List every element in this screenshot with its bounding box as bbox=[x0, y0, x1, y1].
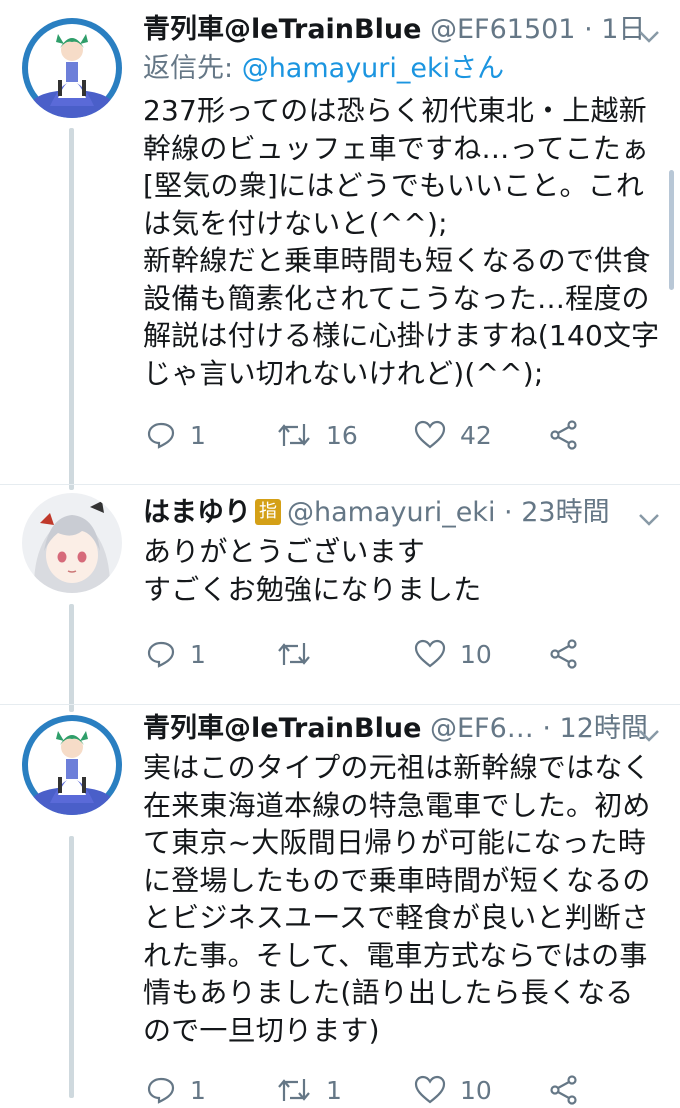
tweet-text: ありがとうございます すごくお勉強になりました bbox=[143, 535, 482, 606]
retweet-icon bbox=[278, 424, 310, 446]
retweet-button[interactable] bbox=[276, 636, 326, 672]
user-handle[interactable]: @hamayuri_eki bbox=[287, 497, 495, 528]
tweet[interactable]: 青列車@leTrainBlue @EF6… · 12時間 実はこのタイプの元祖は… bbox=[0, 705, 680, 1105]
replying-to: 返信先: @hamayuri_ekiさん bbox=[143, 50, 680, 88]
share-button[interactable] bbox=[548, 1072, 580, 1108]
chevron-down-icon[interactable] bbox=[638, 16, 660, 56]
share-icon bbox=[550, 420, 577, 450]
like-count: 10 bbox=[460, 1075, 492, 1105]
reply-button[interactable]: 1 bbox=[146, 417, 206, 453]
maid-character-avatar-icon bbox=[22, 18, 122, 118]
reply-count: 1 bbox=[190, 639, 206, 669]
tweet[interactable]: 青列車@leTrainBlue @EF61501 · 1日 返信先: @hama… bbox=[0, 0, 680, 485]
maid-character-avatar-icon bbox=[22, 715, 122, 815]
tweet-text: 237形ってのは恐らく初代東北・上越新 幹線のビュッフェ車ですね…ってこたぁ [… bbox=[143, 94, 660, 390]
user-handle[interactable]: @EF61501 bbox=[430, 14, 575, 45]
tweet-actions: 1 10 bbox=[146, 636, 626, 672]
reply-count: 1 bbox=[190, 1075, 206, 1105]
share-button[interactable] bbox=[548, 417, 580, 453]
replying-to-link[interactable]: @hamayuri_ekiさん bbox=[242, 53, 504, 84]
share-icon bbox=[550, 639, 577, 669]
scrollbar[interactable] bbox=[669, 170, 674, 290]
reply-icon bbox=[147, 1077, 175, 1104]
like-button[interactable]: 10 bbox=[414, 636, 492, 672]
share-button[interactable] bbox=[548, 636, 580, 672]
chevron-down-icon[interactable] bbox=[638, 715, 660, 755]
reply-button[interactable]: 1 bbox=[146, 636, 206, 672]
badge-icon: 指 bbox=[255, 498, 281, 525]
like-button[interactable]: 42 bbox=[414, 417, 492, 453]
timestamp[interactable]: · 12時間 bbox=[542, 713, 648, 744]
reply-icon bbox=[147, 641, 175, 668]
share-icon bbox=[550, 1075, 577, 1105]
tweet-header: 青列車@leTrainBlue @EF6… · 12時間 bbox=[143, 709, 680, 749]
avatar[interactable] bbox=[22, 715, 122, 815]
retweet-count: 16 bbox=[326, 420, 358, 450]
user-handle[interactable]: @EF6… bbox=[430, 713, 534, 744]
tweet-header: 青列車@leTrainBlue @EF61501 · 1日 bbox=[143, 10, 680, 50]
avatar[interactable] bbox=[22, 18, 122, 118]
retweet-icon bbox=[278, 1079, 310, 1101]
tweet-text: 実はこのタイプの元祖は新幹線ではなく 在来東海道本線の特急電車でした。初め て東… bbox=[143, 751, 651, 1047]
tweet-actions: 1 16 42 bbox=[146, 417, 626, 453]
heart-icon bbox=[414, 639, 446, 668]
silver-hair-girl-avatar-icon bbox=[22, 493, 122, 593]
reply-icon bbox=[147, 422, 175, 449]
display-name[interactable]: 青列車@leTrainBlue bbox=[143, 14, 421, 45]
like-count: 10 bbox=[460, 639, 492, 669]
reply-count: 1 bbox=[190, 420, 206, 450]
chevron-down-icon[interactable] bbox=[638, 499, 660, 539]
timestamp[interactable]: · 1日 bbox=[584, 14, 645, 45]
replying-to-label: 返信先: bbox=[143, 53, 242, 84]
timestamp[interactable]: · 23時間 bbox=[504, 497, 610, 528]
retweet-icon bbox=[278, 643, 310, 665]
heart-icon bbox=[414, 420, 446, 449]
retweet-button[interactable]: 1 bbox=[276, 1072, 342, 1108]
retweet-button[interactable]: 16 bbox=[276, 417, 358, 453]
like-count: 42 bbox=[460, 420, 492, 450]
retweet-count: 1 bbox=[326, 1075, 342, 1105]
reply-button[interactable]: 1 bbox=[146, 1072, 206, 1108]
avatar[interactable] bbox=[22, 493, 122, 593]
tweet-actions: 1 1 10 bbox=[146, 1072, 626, 1108]
like-button[interactable]: 10 bbox=[414, 1072, 492, 1108]
heart-icon bbox=[414, 1075, 446, 1104]
display-name[interactable]: 青列車@leTrainBlue bbox=[143, 713, 421, 744]
tweet-header: はまゆり指 @hamayuri_eki · 23時間 bbox=[143, 493, 680, 533]
display-name[interactable]: はまゆり bbox=[143, 497, 251, 528]
tweet[interactable]: はまゆり指 @hamayuri_eki · 23時間 ありがとうございます すごく… bbox=[0, 485, 680, 705]
